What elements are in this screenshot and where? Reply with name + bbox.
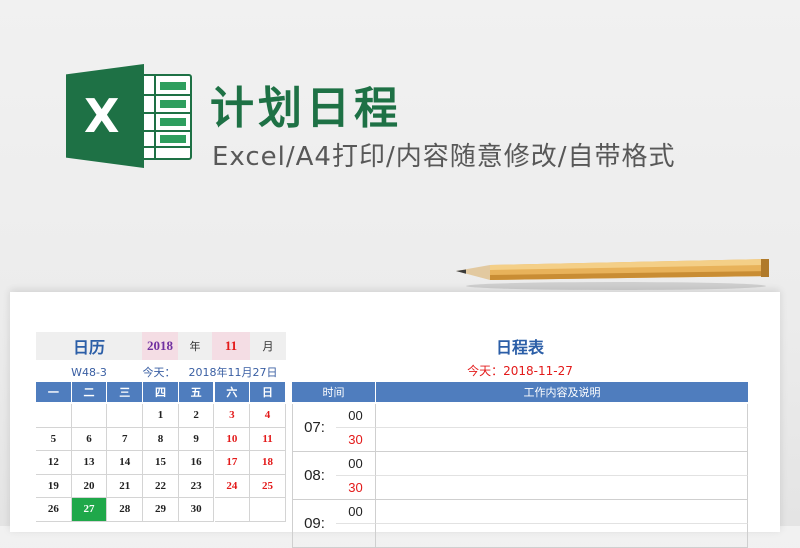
spreadsheet-page: 日历 2018 年 11 月 W48-3 今天： 2018年11月27日 一二三…	[10, 292, 780, 548]
schedule-title: 日程表	[495, 338, 544, 357]
calendar-day-15[interactable]: 15	[143, 451, 179, 475]
excel-logo-icon: X	[66, 64, 196, 168]
slot-hour: 08:	[292, 452, 336, 500]
calendar-day-25[interactable]: 25	[250, 474, 286, 498]
slot-minute-00: 00	[336, 404, 376, 428]
calendar-day-28[interactable]: 28	[107, 498, 144, 522]
column-header-time: 时间	[292, 382, 376, 402]
calendar-day-14[interactable]: 14	[107, 451, 144, 475]
week-code: W48-3	[71, 365, 107, 379]
calendar-day-1[interactable]: 1	[143, 404, 179, 428]
schedule-today: 今天：2018-11-27	[467, 363, 573, 378]
calendar-day-21[interactable]: 21	[107, 474, 144, 498]
today-date: 2018年11月27日	[188, 366, 278, 379]
calendar-day-27[interactable]: 27	[71, 498, 108, 522]
slot-hour: 07:	[292, 404, 336, 452]
calendar-label: 日历	[36, 332, 142, 360]
calendar-day-6[interactable]: 6	[71, 427, 108, 451]
slot-content-cell[interactable]	[376, 404, 748, 428]
slot-minute-30	[336, 524, 376, 548]
calendar-day-20[interactable]: 20	[71, 474, 108, 498]
page-subtitle: Excel/A4打印/内容随意修改/自带格式	[212, 142, 676, 172]
calendar-day-2[interactable]: 2	[178, 404, 215, 428]
year-value[interactable]: 2018	[142, 332, 178, 360]
calendar-day-4[interactable]: 4	[250, 404, 286, 428]
weekday-6: 日	[250, 382, 286, 402]
month-value[interactable]: 11	[212, 332, 250, 360]
calendar-day-10[interactable]: 10	[214, 427, 251, 451]
column-header-content: 工作内容及说明	[376, 382, 748, 402]
calendar-day-empty	[250, 498, 286, 522]
calendar-day-30[interactable]: 30	[178, 498, 215, 522]
calendar-day-23[interactable]: 23	[178, 474, 215, 498]
slot-minute-00: 00	[336, 452, 376, 476]
slot-content-cell[interactable]	[376, 428, 748, 452]
calendar-day-22[interactable]: 22	[143, 474, 179, 498]
today-label: 今天：	[142, 366, 176, 379]
page-title: 计划日程	[210, 83, 402, 134]
calendar-day-empty	[107, 404, 144, 428]
weekday-3: 四	[143, 382, 179, 402]
month-unit: 月	[250, 332, 286, 360]
slot-content-cell[interactable]	[376, 524, 748, 548]
weekday-4: 五	[178, 382, 215, 402]
calendar-day-13[interactable]: 13	[71, 451, 108, 475]
slot-hour: 09:	[292, 500, 336, 548]
year-unit: 年	[178, 332, 212, 360]
weekday-0: 一	[36, 382, 72, 402]
slot-minute-30: 30	[336, 428, 376, 452]
calendar-day-16[interactable]: 16	[178, 451, 215, 475]
calendar-day-9[interactable]: 9	[178, 427, 215, 451]
calendar-day-empty	[214, 498, 251, 522]
calendar-day-19[interactable]: 19	[36, 474, 72, 498]
slot-minute-00: 00	[336, 500, 376, 524]
calendar-day-empty	[36, 404, 72, 428]
calendar-day-18[interactable]: 18	[250, 451, 286, 475]
calendar-day-24[interactable]: 24	[214, 474, 251, 498]
slot-minute-30: 30	[336, 476, 376, 500]
slot-content-cell[interactable]	[376, 500, 748, 524]
calendar-day-12[interactable]: 12	[36, 451, 72, 475]
logo-letter: X	[84, 89, 120, 143]
calendar-day-7[interactable]: 7	[107, 427, 144, 451]
calendar-day-empty	[71, 404, 108, 428]
slot-content-cell[interactable]	[376, 476, 748, 500]
slot-content-cell[interactable]	[376, 452, 748, 476]
calendar-day-11[interactable]: 11	[250, 427, 286, 451]
calendar-day-26[interactable]: 26	[36, 498, 72, 522]
weekday-1: 二	[71, 382, 108, 402]
calendar-day-5[interactable]: 5	[36, 427, 72, 451]
weekday-2: 三	[107, 382, 144, 402]
calendar-day-29[interactable]: 29	[143, 498, 179, 522]
calendar-day-8[interactable]: 8	[143, 427, 179, 451]
pencil-icon	[456, 259, 769, 290]
calendar-day-17[interactable]: 17	[214, 451, 251, 475]
weekday-5: 六	[214, 382, 251, 402]
calendar-day-3[interactable]: 3	[214, 404, 251, 428]
